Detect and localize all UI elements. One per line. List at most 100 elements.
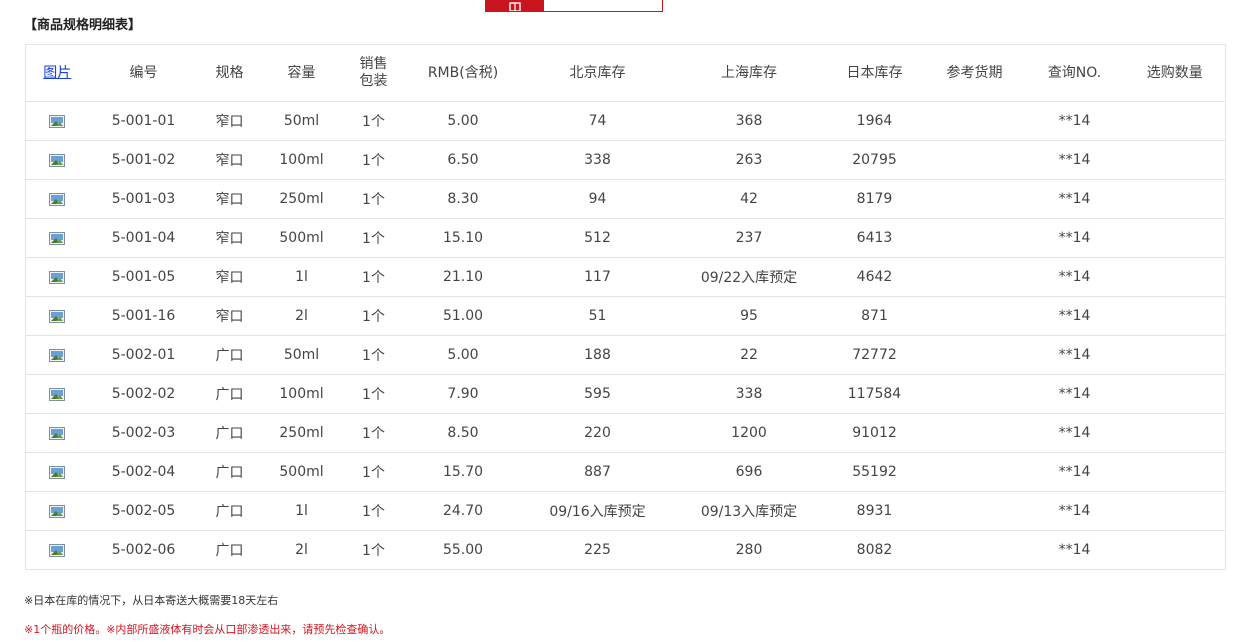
cell-query-no: **14 (1024, 374, 1125, 414)
cell-shanghai-stock: 1200 (673, 413, 825, 453)
shipping-note: ※日本在库的情况下，从日本寄送大概需要18天左右 (24, 594, 279, 607)
cell-shanghai-stock: 263 (673, 140, 825, 180)
cell-capacity: 1l (260, 491, 343, 531)
cell-image[interactable] (25, 257, 89, 297)
cell-delivery (924, 179, 1025, 219)
top-banner[interactable] (485, 0, 663, 12)
cell-spec: 广口 (198, 413, 261, 453)
table-row: 5-002-05 广口 1l 1个 24.70 09/16入库预定 09/13入库预定 893… (25, 491, 1226, 531)
cell-image[interactable] (25, 530, 89, 570)
cell-quantity[interactable] (1124, 530, 1226, 570)
image-thumbnail-icon[interactable] (49, 114, 66, 128)
cell-query-no: **14 (1024, 491, 1125, 531)
cell-japan-stock: 8931 (824, 491, 925, 531)
cell-pack: 1个 (342, 413, 405, 453)
cell-price: 55.00 (404, 530, 522, 570)
image-thumbnail-icon[interactable] (49, 543, 66, 557)
cell-image[interactable] (25, 491, 89, 531)
cell-code: 5-002-05 (88, 491, 199, 531)
image-thumbnail-icon[interactable] (49, 270, 66, 284)
section-title: 【商品规格明细表】 (24, 18, 142, 33)
header-capacity: 容量 (260, 44, 343, 102)
cell-image[interactable] (25, 179, 89, 219)
cell-query-no: **14 (1024, 101, 1125, 141)
cell-image[interactable] (25, 218, 89, 258)
cell-price: 24.70 (404, 491, 522, 531)
cell-beijing-stock: 338 (521, 140, 674, 180)
cell-delivery (924, 335, 1025, 375)
cell-spec: 窄口 (198, 218, 261, 258)
cell-quantity[interactable] (1124, 179, 1226, 219)
cell-delivery (924, 218, 1025, 258)
cell-shanghai-stock: 338 (673, 374, 825, 414)
cell-pack: 1个 (342, 452, 405, 492)
cell-image[interactable] (25, 413, 89, 453)
cell-image[interactable] (25, 335, 89, 375)
cell-beijing-stock: 220 (521, 413, 674, 453)
cell-beijing-stock: 595 (521, 374, 674, 414)
cell-image[interactable] (25, 101, 89, 141)
cell-price: 5.00 (404, 335, 522, 375)
cell-japan-stock: 72772 (824, 335, 925, 375)
cell-query-no: **14 (1024, 413, 1125, 453)
table-row: 5-002-02 广口 100ml 1个 7.90 595 338 117584 **14 (25, 374, 1226, 414)
cell-quantity[interactable] (1124, 257, 1226, 297)
image-header-link[interactable]: 图片 (43, 65, 71, 81)
cell-spec: 窄口 (198, 296, 261, 336)
cell-beijing-stock: 51 (521, 296, 674, 336)
cell-capacity: 500ml (260, 452, 343, 492)
cell-quantity[interactable] (1124, 218, 1226, 258)
cell-query-no: **14 (1024, 179, 1125, 219)
cell-japan-stock: 8179 (824, 179, 925, 219)
table-row: 5-002-04 广口 500ml 1个 15.70 887 696 55192 **14 (25, 452, 1226, 492)
cell-delivery (924, 530, 1025, 570)
cell-quantity[interactable] (1124, 452, 1226, 492)
image-thumbnail-icon[interactable] (49, 231, 66, 245)
cell-image[interactable] (25, 296, 89, 336)
cell-beijing-stock: 117 (521, 257, 674, 297)
cell-capacity: 50ml (260, 335, 343, 375)
image-thumbnail-icon[interactable] (49, 465, 66, 479)
cell-code: 5-001-02 (88, 140, 199, 180)
cell-quantity[interactable] (1124, 140, 1226, 180)
image-thumbnail-icon[interactable] (49, 192, 66, 206)
table-header-row: 图片 编号 规格 容量 销售 包装 RMB(含税) 北京库存 上海库存 日本库存 … (25, 44, 1226, 102)
cell-image[interactable] (25, 452, 89, 492)
cell-quantity[interactable] (1124, 491, 1226, 531)
cell-spec: 广口 (198, 335, 261, 375)
cell-price: 7.90 (404, 374, 522, 414)
cell-quantity[interactable] (1124, 101, 1226, 141)
header-price: RMB(含税) (404, 44, 522, 102)
image-thumbnail-icon[interactable] (49, 387, 66, 401)
cell-quantity[interactable] (1124, 296, 1226, 336)
image-thumbnail-icon[interactable] (49, 504, 66, 518)
cell-capacity: 100ml (260, 140, 343, 180)
cell-spec: 广口 (198, 491, 261, 531)
header-image[interactable]: 图片 (25, 44, 89, 102)
cell-shanghai-stock: 09/22入库预定 (673, 257, 825, 297)
cell-code: 5-002-02 (88, 374, 199, 414)
cell-code: 5-002-03 (88, 413, 199, 453)
cell-code: 5-002-01 (88, 335, 199, 375)
image-thumbnail-icon[interactable] (49, 309, 66, 323)
cell-capacity: 2l (260, 530, 343, 570)
cell-quantity[interactable] (1124, 374, 1226, 414)
image-thumbnail-icon[interactable] (49, 348, 66, 362)
cell-pack: 1个 (342, 296, 405, 336)
cell-image[interactable] (25, 140, 89, 180)
image-thumbnail-icon[interactable] (49, 426, 66, 440)
cell-price: 5.00 (404, 101, 522, 141)
cell-query-no: **14 (1024, 218, 1125, 258)
table-row: 5-001-03 窄口 250ml 1个 8.30 94 42 8179 **14 (25, 179, 1226, 219)
cell-image[interactable] (25, 374, 89, 414)
cell-spec: 广口 (198, 452, 261, 492)
cell-quantity[interactable] (1124, 413, 1226, 453)
table-row: 5-002-03 广口 250ml 1个 8.50 220 1200 91012 **14 (25, 413, 1226, 453)
cell-quantity[interactable] (1124, 335, 1226, 375)
image-thumbnail-icon[interactable] (49, 153, 66, 167)
cell-beijing-stock: 512 (521, 218, 674, 258)
header-japan-stock: 日本库存 (824, 44, 925, 102)
header-quantity: 选购数量 (1124, 44, 1226, 102)
cell-query-no: **14 (1024, 296, 1125, 336)
header-pack-line1: 销售 (359, 56, 388, 72)
